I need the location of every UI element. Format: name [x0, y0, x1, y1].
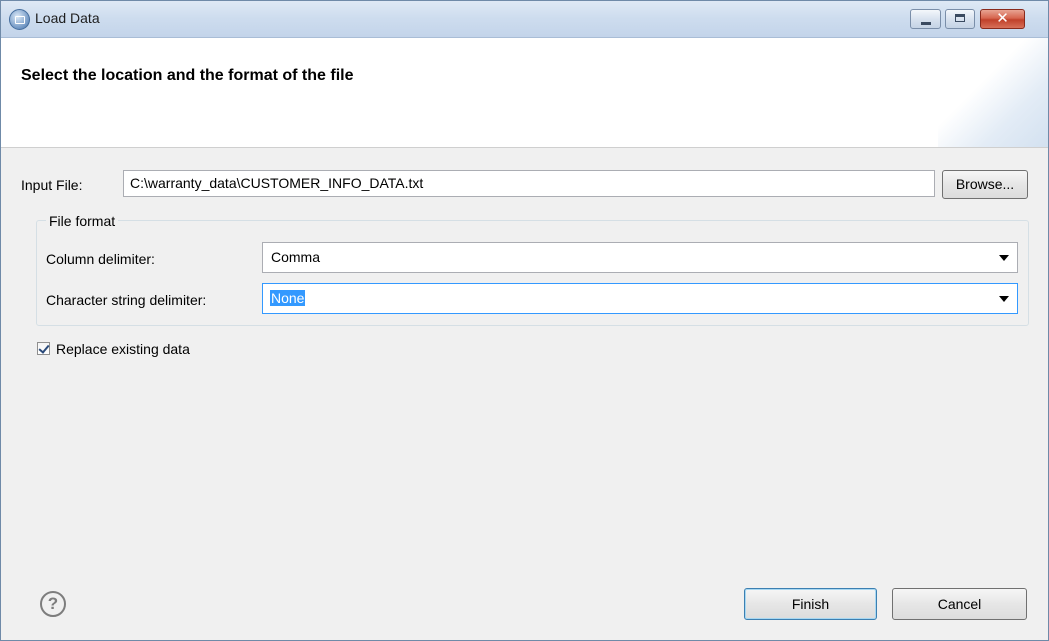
close-icon: ✕ — [996, 10, 1009, 27]
finish-button[interactable]: Finish — [744, 588, 877, 620]
minimize-button[interactable] — [910, 9, 941, 29]
app-icon — [9, 9, 30, 30]
banner-decoration — [938, 38, 1048, 147]
cancel-button[interactable]: Cancel — [892, 588, 1027, 620]
replace-existing-checkbox[interactable] — [37, 342, 50, 355]
replace-existing-label[interactable]: Replace existing data — [56, 341, 190, 357]
string-delimiter-select[interactable]: None — [262, 283, 1018, 314]
load-data-dialog: Load Data ✕ Select the location and the … — [0, 0, 1049, 641]
maximize-button[interactable] — [945, 9, 975, 29]
column-delimiter-value: Comma — [271, 249, 321, 265]
string-delimiter-value: None — [270, 290, 306, 306]
file-format-group-label: File format — [46, 213, 119, 229]
browse-button[interactable]: Browse... — [942, 170, 1028, 199]
input-file-label: Input File: — [21, 177, 83, 193]
page-title: Select the location and the format of th… — [21, 67, 354, 84]
string-delimiter-label: Character string delimiter: — [46, 292, 207, 308]
wizard-banner: Select the location and the format of th… — [1, 38, 1048, 148]
title-bar[interactable]: Load Data ✕ — [1, 1, 1048, 38]
dropdown-arrow-icon[interactable] — [999, 296, 1009, 302]
maximize-icon — [955, 14, 965, 22]
column-delimiter-label: Column delimiter: — [46, 251, 155, 267]
close-button[interactable]: ✕ — [980, 9, 1025, 29]
help-icon[interactable]: ? — [40, 591, 66, 617]
minimize-icon — [921, 22, 931, 25]
window-title: Load Data — [35, 10, 100, 26]
dropdown-arrow-icon[interactable] — [999, 255, 1009, 261]
column-delimiter-select[interactable]: Comma — [262, 242, 1018, 273]
input-file-field[interactable]: C:\warranty_data\CUSTOMER_INFO_DATA.txt — [123, 170, 935, 197]
